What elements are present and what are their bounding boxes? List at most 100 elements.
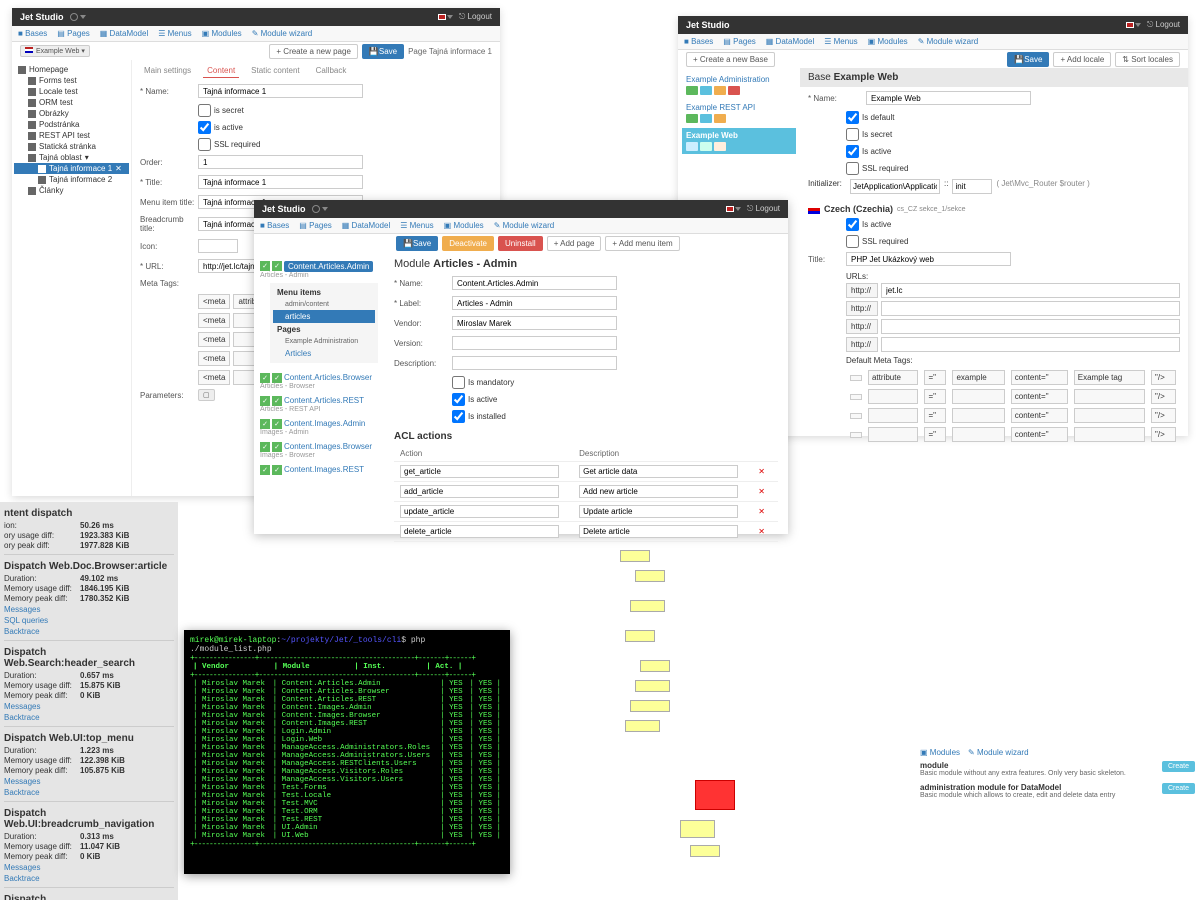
name-input[interactable] <box>866 91 1031 105</box>
save-button[interactable]: 💾 Save <box>1007 52 1049 67</box>
caret-down-icon[interactable] <box>447 15 453 19</box>
uninstall-button[interactable]: Uninstall <box>498 236 543 251</box>
url-input[interactable] <box>881 337 1180 352</box>
nav-modules[interactable]: ▣ Modules <box>202 29 242 38</box>
url-input[interactable] <box>881 301 1180 316</box>
mandatory-checkbox[interactable] <box>452 376 465 389</box>
wizard-nav[interactable]: ▣ Modules ✎ Module wizard <box>920 748 1195 757</box>
is-active-checkbox[interactable] <box>198 121 211 134</box>
add-menu-button[interactable]: + Add menu item <box>605 236 679 251</box>
flag-us-icon[interactable] <box>438 14 446 20</box>
acl-table: ActionDescription ✕✕✕✕ <box>394 446 778 542</box>
add-locale-button[interactable]: + Add locale <box>1053 52 1111 67</box>
module-item[interactable]: ✓✓ Content.Articles.BrowserArticles - Br… <box>258 370 380 393</box>
flag-cz-icon <box>808 205 820 214</box>
delete-icon[interactable]: ✕ <box>758 467 765 476</box>
acl-desc-input[interactable] <box>579 505 738 518</box>
name-input[interactable] <box>198 84 363 98</box>
delete-icon[interactable]: ✕ <box>758 527 765 536</box>
acl-action-input[interactable] <box>400 525 559 538</box>
logout-link[interactable]: ⎋ Logout <box>459 12 492 22</box>
acl-desc-input[interactable] <box>579 525 738 538</box>
is-default-checkbox[interactable] <box>846 111 859 124</box>
order-input[interactable] <box>198 155 363 169</box>
mod-version-input[interactable] <box>452 336 617 350</box>
gear-icon[interactable] <box>312 205 320 213</box>
nav-bases[interactable]: ■ Bases <box>18 29 47 38</box>
acl-desc-input[interactable] <box>579 465 738 478</box>
profiler-link[interactable]: Messages <box>4 605 174 614</box>
title-input[interactable] <box>198 175 363 189</box>
profiler-link[interactable]: Messages <box>4 863 174 872</box>
icon-input[interactable] <box>198 239 238 253</box>
module-item[interactable]: ✓✓ Content.Images.AdminImages - Admin <box>258 416 380 439</box>
locale-title-input[interactable] <box>846 252 1011 266</box>
acl-action-input[interactable] <box>400 505 559 518</box>
base-selector[interactable]: Example Web ▾ <box>20 45 90 57</box>
gear-icon[interactable] <box>70 13 78 21</box>
caret-down-icon[interactable] <box>80 15 86 19</box>
terminal[interactable]: mirek@mirek-laptop:~/projekty/Jet/_tools… <box>184 630 510 874</box>
acl-action-input[interactable] <box>400 465 559 478</box>
page-tree[interactable]: Homepage Forms test Locale test ORM test… <box>12 60 132 496</box>
meta-tags-table[interactable]: attribute="examplecontent="Example tag"/… <box>846 367 1180 445</box>
ssl-checkbox[interactable] <box>198 138 211 151</box>
flag-us-icon[interactable] <box>1126 22 1134 28</box>
url-input[interactable] <box>881 319 1180 334</box>
base-item-selected: Example Web <box>682 128 796 154</box>
mod-label-input[interactable] <box>452 296 617 310</box>
is-secret-checkbox[interactable] <box>846 128 859 141</box>
wizard-entry: CreatemoduleBasic module without any ext… <box>920 761 1195 777</box>
module-item[interactable]: ✓✓ Content.Images.BrowserImages - Browse… <box>258 439 380 462</box>
mod-name-input[interactable] <box>452 276 617 290</box>
init-method-input[interactable] <box>952 179 992 194</box>
profiler-link[interactable]: Messages <box>4 777 174 786</box>
is-secret-checkbox[interactable] <box>198 104 211 117</box>
ssl-checkbox[interactable] <box>846 162 859 175</box>
nav-pages[interactable]: ▤ Pages <box>57 29 89 38</box>
urls-label: URLs: <box>846 272 1180 281</box>
module-item[interactable]: ✓✓ Content.Images.REST <box>258 462 380 478</box>
profiler-link[interactable]: Backtrace <box>4 713 174 722</box>
add-page-button[interactable]: + Add page <box>547 236 602 251</box>
module-item[interactable]: ✓✓ Content.Articles.RESTArticles - REST … <box>258 393 380 416</box>
profiler-link[interactable]: Backtrace <box>4 788 174 797</box>
form-tabs[interactable]: Main settings Content Static content Cal… <box>140 64 492 78</box>
flag-us-icon[interactable] <box>726 206 734 212</box>
save-button[interactable]: 💾 Save <box>396 236 438 251</box>
nav-datamodel[interactable]: ▦ DataModel <box>100 29 148 38</box>
toolbar: + Create a new Base 💾 Save + Add locale … <box>678 50 1188 68</box>
logout-link[interactable]: ⎋ Logout <box>1147 20 1180 30</box>
module-list[interactable]: ✓✓ Content.Articles.Admin Articles - Adm… <box>254 252 384 534</box>
is-active-checkbox[interactable] <box>846 145 859 158</box>
init-class-input[interactable] <box>850 179 940 194</box>
acl-desc-input[interactable] <box>579 485 738 498</box>
new-base-button[interactable]: + Create a new Base <box>686 52 775 67</box>
profiler-link[interactable]: Messages <box>4 702 174 711</box>
profiler-link[interactable]: Backtrace <box>4 874 174 883</box>
main-nav: ■ Bases ▤ Pages ▦ DataModel ☰ Menus ▣ Mo… <box>12 26 500 42</box>
mod-vendor-input[interactable] <box>452 316 617 330</box>
save-button[interactable]: 💾 Save <box>362 44 404 59</box>
active-checkbox[interactable] <box>452 393 465 406</box>
url-input[interactable] <box>881 283 1180 298</box>
nav-wizard[interactable]: ✎ Module wizard <box>252 29 313 38</box>
create-button[interactable]: Create <box>1162 761 1195 772</box>
locale-active-checkbox[interactable] <box>846 218 859 231</box>
mod-desc-input[interactable] <box>452 356 617 370</box>
deactivate-button[interactable]: Deactivate <box>442 236 494 251</box>
installed-checkbox[interactable] <box>452 410 465 423</box>
acl-action-input[interactable] <box>400 485 559 498</box>
logout-link[interactable]: ⎋ Logout <box>747 204 780 214</box>
profiler-link[interactable]: SQL queries <box>4 616 174 625</box>
sort-locales-button[interactable]: ⇅ Sort locales <box>1115 52 1180 67</box>
locale-header: Czech (Czechia) cs_CZ sekce_1/sekce <box>808 200 1180 218</box>
delete-icon[interactable]: ✕ <box>758 487 765 496</box>
new-page-button[interactable]: + Create a new page <box>269 44 358 59</box>
locale-ssl-checkbox[interactable] <box>846 235 859 248</box>
delete-icon[interactable]: ✕ <box>758 507 765 516</box>
nav-menus[interactable]: ☰ Menus <box>158 29 191 38</box>
profiler-link[interactable]: Backtrace <box>4 627 174 636</box>
create-button[interactable]: Create <box>1162 783 1195 794</box>
base-item: Example REST API <box>682 100 796 126</box>
